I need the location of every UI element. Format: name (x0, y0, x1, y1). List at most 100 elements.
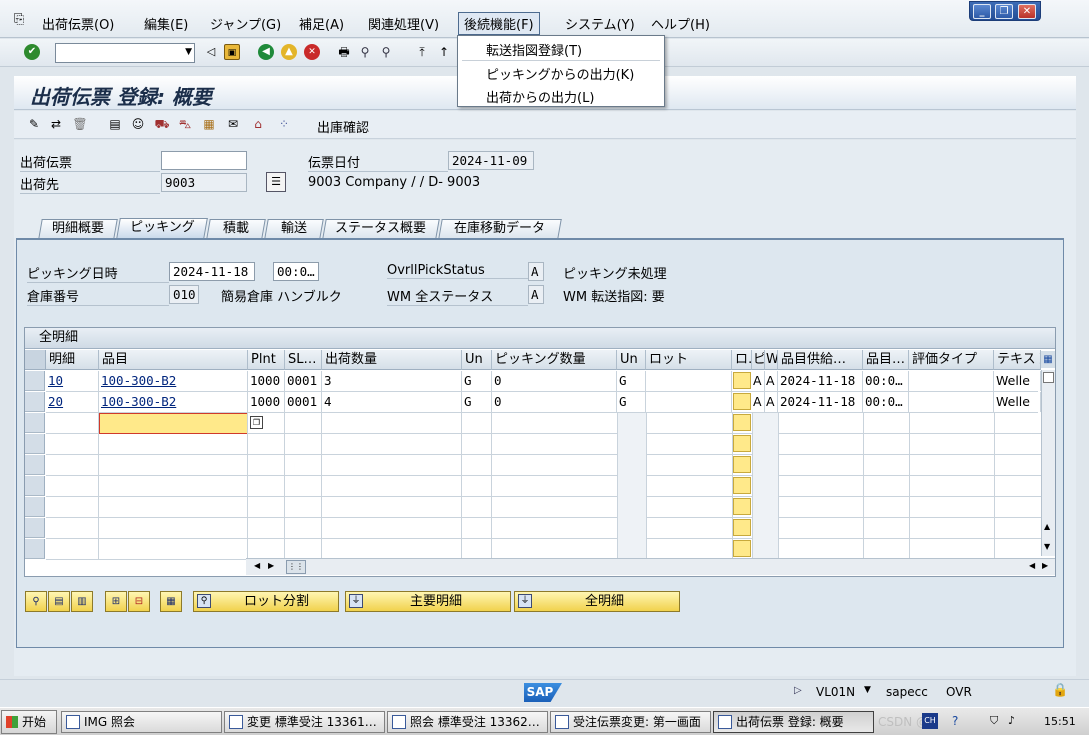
col-header-sloc[interactable]: SL… (285, 350, 322, 370)
unit-cell[interactable]: G (462, 371, 492, 391)
lot-cell[interactable] (733, 372, 751, 389)
col-header-avail-time[interactable]: 品目… (863, 350, 909, 370)
warehouse-icon[interactable]: ⌂ (250, 116, 266, 132)
tab-status-overview[interactable]: ステータス概要 (322, 219, 440, 239)
horizontal-scrollbar-right[interactable]: ◀ ▶ (1025, 558, 1055, 575)
prev-page-icon[interactable]: ↑ (436, 44, 452, 60)
col-header-text[interactable]: テキスト (994, 350, 1041, 370)
row-selector[interactable] (25, 476, 45, 496)
menu-item-create-transfer-order[interactable]: 転送指図登録(T) (486, 40, 582, 59)
col-header-plant[interactable]: Plnt (248, 350, 285, 370)
ship-to-field[interactable]: 9003 (161, 173, 247, 192)
delete-row-icon[interactable]: ⊟ (128, 591, 150, 612)
scroll-right-icon[interactable]: ▶ (268, 561, 274, 570)
post-goods-issue-button[interactable]: 出庫確認 (317, 117, 369, 136)
column-settings-icon[interactable]: ▦ (1041, 351, 1055, 368)
select-all-corner[interactable] (25, 350, 46, 370)
package-icon[interactable]: ▦ (201, 116, 217, 132)
system-info-dropdown-icon[interactable]: ▼ (864, 685, 871, 695)
row-selector[interactable] (25, 413, 45, 433)
menu-help[interactable]: ヘルプ(H) (646, 13, 715, 34)
scroll-left-icon[interactable]: ◀ (1029, 561, 1035, 570)
menu-item-output-from-shipping[interactable]: 出荷からの出力(L) (486, 87, 594, 106)
avail-time-cell[interactable]: 00:0… (863, 371, 909, 391)
lot-cell[interactable] (733, 393, 751, 410)
batch-icon[interactable]: ▦ (160, 591, 182, 612)
start-button[interactable]: 开始 (1, 710, 57, 734)
warehouse-field[interactable]: 010 (169, 285, 199, 304)
item-number-link[interactable]: 10 (46, 371, 99, 391)
plant-cell[interactable]: 1000 (248, 392, 285, 412)
address-icon[interactable]: ☰ (266, 172, 286, 192)
unit2-cell[interactable]: G (617, 392, 646, 412)
avail-date-cell[interactable]: 2024-11-18 (778, 392, 863, 412)
output-icon[interactable]: ✉ (225, 116, 241, 132)
scroll-left-icon[interactable]: ◀ (254, 561, 260, 570)
menu-icon[interactable]: ⎘ (14, 12, 24, 27)
col-header-avail-date[interactable]: 品目供給… (778, 350, 863, 370)
lot-cell[interactable] (733, 477, 751, 494)
command-field[interactable]: ▼ (55, 43, 195, 63)
tray-volume-icon[interactable]: ♪ (1008, 714, 1015, 727)
value-help-icon[interactable]: ❐ (250, 416, 263, 429)
picked-qty-cell[interactable]: 0 (492, 392, 617, 412)
enter-icon[interactable]: ✔ (24, 44, 40, 60)
col-header-picked-qty[interactable]: ピッキング数量 (492, 350, 617, 370)
picked-qty-cell[interactable]: 0 (492, 371, 617, 391)
main-items-button[interactable]: ⏚ 主要明細 (345, 591, 511, 612)
status-arrow-icon[interactable]: ▷ (794, 685, 802, 696)
col-header-unit[interactable]: Un (462, 350, 492, 370)
chevron-down-icon[interactable]: ▼ (185, 47, 192, 57)
lot-cell[interactable] (733, 435, 751, 452)
unit2-cell[interactable]: G (617, 371, 646, 391)
lot-cell[interactable] (733, 519, 751, 536)
row-selector[interactable] (25, 518, 45, 538)
scroll-down-icon[interactable]: ▼ (1044, 542, 1050, 551)
status-icon[interactable]: ⁘ (276, 116, 292, 132)
delivery-qty-cell[interactable]: 3 (322, 371, 462, 391)
shipping-icon[interactable]: ⛍ (177, 116, 193, 132)
batch-split-button[interactable]: ⚲ ロット分割 (193, 591, 339, 612)
minimize-icon[interactable]: _ (973, 4, 991, 19)
material-link[interactable]: 100-300-B2 (99, 371, 248, 391)
first-page-icon[interactable]: ⤒ (414, 44, 430, 60)
taskbar-item-img[interactable]: IMG 照会 (61, 711, 222, 733)
menu-subsequent-functions[interactable]: 後続機能(F) (458, 12, 540, 35)
avail-date-cell[interactable]: 2024-11-18 (778, 371, 863, 391)
sloc-cell[interactable]: 0001 (285, 392, 322, 412)
col-header-pick-status[interactable]: ピ (752, 350, 765, 370)
details-icon[interactable]: ⚲ (25, 591, 47, 612)
delivery-input[interactable] (161, 151, 247, 170)
sloc-cell[interactable]: 0001 (285, 371, 322, 391)
transport-icon[interactable]: ⛟ (154, 116, 170, 132)
menu-environment[interactable]: 関連処理(V) (363, 13, 444, 34)
batch-cell[interactable] (646, 392, 732, 412)
col-header-item[interactable]: 明細 (46, 350, 99, 370)
row-selector[interactable] (25, 455, 45, 475)
ovrl-pick-status-field[interactable]: A (528, 262, 544, 281)
lot-cell[interactable] (733, 540, 751, 557)
insert-row-icon[interactable]: ⊞ (105, 591, 127, 612)
tray-help-icon[interactable]: ? (952, 714, 958, 728)
deselect-all-icon[interactable]: ▥ (71, 591, 93, 612)
avail-time-cell[interactable]: 00:0… (863, 392, 909, 412)
row-checkbox-icon[interactable] (1043, 372, 1054, 383)
edit-pencil-icon[interactable]: ✎ (26, 116, 42, 132)
tray-cn-icon[interactable]: CH (922, 713, 938, 729)
cancel-icon[interactable]: ✕ (304, 44, 320, 60)
partner-icon[interactable]: ☺ (130, 116, 146, 132)
taskbar-item-delivery[interactable]: 出荷伝票 登録: 概要 (713, 711, 874, 733)
taskbar-item-change-order[interactable]: 変更 標準受注 13361… (224, 711, 385, 733)
unit-cell[interactable]: G (462, 392, 492, 412)
col-header-unit2[interactable]: Un (617, 350, 646, 370)
exit-icon[interactable]: ▲ (281, 44, 297, 60)
doc-date-field[interactable]: 2024-11-09 (448, 151, 534, 170)
row-selector[interactable] (25, 392, 45, 412)
scroll-up-icon[interactable]: ▲ (1044, 522, 1050, 531)
lot-cell[interactable] (733, 456, 751, 473)
col-header-batch[interactable]: ロット (646, 350, 732, 370)
menu-edit[interactable]: 編集(E) (139, 13, 193, 34)
display-change-icon[interactable]: ⇄ (48, 116, 64, 132)
back-icon[interactable]: ◀ (258, 44, 274, 60)
row-selector[interactable] (25, 434, 45, 454)
